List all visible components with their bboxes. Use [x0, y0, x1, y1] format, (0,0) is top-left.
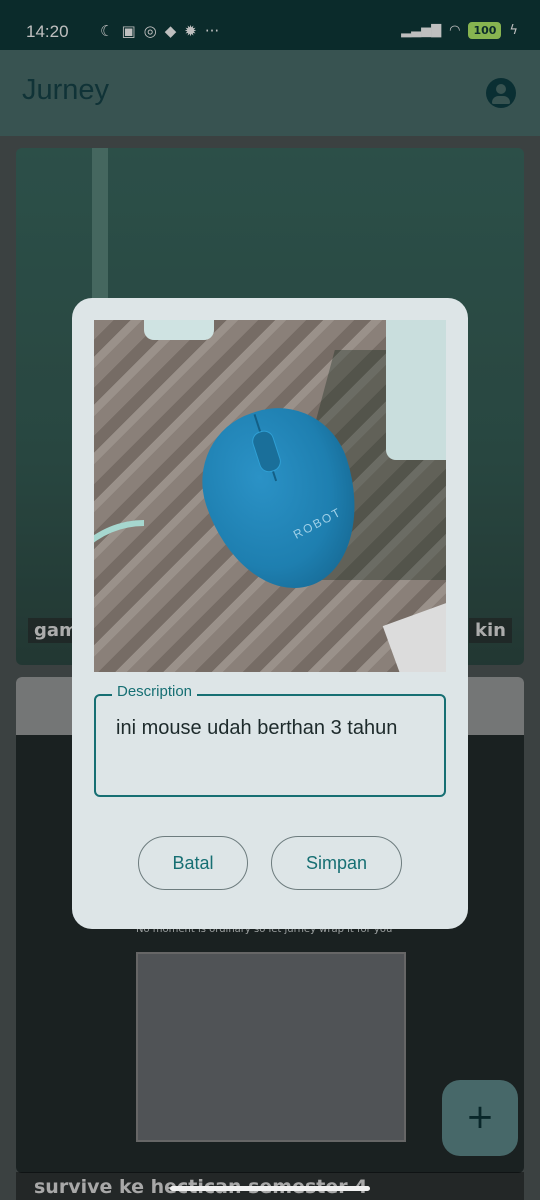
gesture-nav-handle[interactable]: [170, 1186, 370, 1191]
description-label: Description: [112, 683, 198, 700]
selected-photo: ROBOT: [94, 320, 446, 672]
photo-device: [386, 320, 446, 460]
cancel-button[interactable]: Batal: [138, 836, 248, 890]
mouse-brand: ROBOT: [291, 504, 345, 542]
photo-paper: [144, 320, 214, 340]
description-field[interactable]: Description ini mouse udah berthan 3 tah…: [94, 683, 446, 797]
mouse-wheel: [249, 428, 284, 475]
photo-cable: [94, 520, 144, 672]
description-input[interactable]: ini mouse udah berthan 3 tahun: [116, 712, 416, 745]
add-description-dialog: ROBOT Description ini mouse udah berthan…: [72, 298, 468, 929]
save-button[interactable]: Simpan: [271, 836, 402, 890]
